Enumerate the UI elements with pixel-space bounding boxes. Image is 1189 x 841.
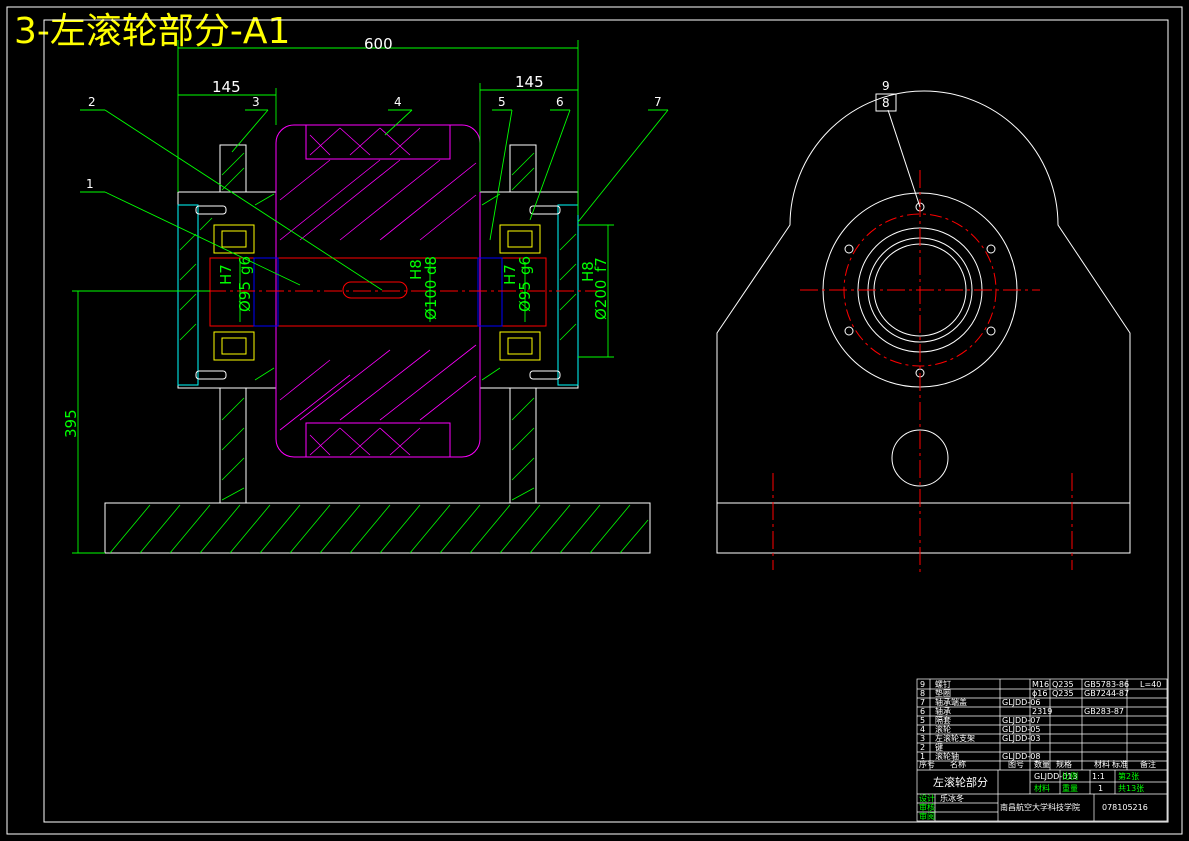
parts-row-9-spec: M16 [1032, 680, 1049, 689]
dim-housing: Ø200 [592, 280, 610, 320]
drawing-name: 左滚轮部分 [933, 775, 988, 789]
base-plate [104, 502, 651, 554]
dim-housing-fit2: f7 [592, 257, 610, 272]
svg-text:规格: 规格 [1056, 759, 1072, 769]
front-section-view: 600 145 145 395 Ø95 H7 g6 Ø100 H8 d8 Ø95… [62, 35, 669, 554]
svg-text:图号: 图号 [1008, 760, 1024, 769]
svg-text:重量: 重量 [1062, 783, 1078, 793]
dim-shaft: Ø100 [422, 280, 440, 320]
student-no: 078105216 [1102, 803, 1148, 812]
roller-shaft [209, 257, 547, 327]
svg-text:标准: 标准 [1112, 759, 1128, 769]
parts-row-4-no: 4 [920, 725, 925, 734]
cad-drawing-canvas: 600 145 145 395 Ø95 H7 g6 Ø100 H8 d8 Ø95… [6, 6, 1183, 835]
dim-height: 395 [62, 409, 80, 438]
left-support-leg [219, 387, 247, 504]
right-top-bearing [499, 224, 541, 254]
side-view: 9 8 [716, 79, 1131, 575]
balloon-6: 6 [556, 95, 564, 109]
parts-row-9-name: 螺钉 [935, 679, 951, 689]
parts-row-2-no: 2 [920, 743, 925, 752]
inner-border [43, 19, 1169, 823]
svg-text:材料: 材料 [1094, 759, 1110, 769]
parts-row-8-std: GB7244-87 [1084, 689, 1129, 698]
svg-text:审阅: 审阅 [919, 811, 935, 821]
svg-text:审核: 审核 [919, 802, 935, 812]
svg-text:数量: 数量 [1034, 759, 1050, 769]
right-support-leg [509, 387, 537, 504]
parts-row-7-code: GLJDD-06 [1002, 698, 1040, 707]
designer: 乐冰冬 [940, 793, 964, 803]
dim-overall-width: 600 [364, 35, 393, 53]
scale: 1:1 [1092, 772, 1105, 781]
balloon-3: 3 [252, 95, 260, 109]
svg-text:共13张: 共13张 [1118, 784, 1144, 793]
dim-bore-right-fit2: g6 [516, 256, 534, 275]
parts-row-6-std: GB283-87 [1084, 707, 1124, 716]
balloon-2: 2 [88, 95, 96, 109]
parts-row-6-no: 6 [920, 707, 925, 716]
parts-row-3-no: 3 [920, 734, 925, 743]
base-hatch [109, 504, 649, 554]
dim-right-width: 145 [515, 73, 544, 91]
svg-text:比例: 比例 [1062, 771, 1078, 781]
parts-row-2-name: 键 [935, 742, 943, 752]
svg-text:材料: 材料 [1034, 783, 1050, 793]
balloon-1: 1 [86, 177, 94, 191]
balloon-7: 7 [654, 95, 662, 109]
balloon-8: 8 [882, 96, 890, 110]
dim-bore-left-fit: H7 [217, 264, 235, 285]
parts-row-5-no: 5 [920, 716, 925, 725]
parts-row-9-no: 9 [920, 680, 925, 689]
parts-row-8-no: 8 [920, 689, 925, 698]
svg-text:备注: 备注 [1140, 759, 1156, 769]
parts-row-7-no: 7 [920, 698, 925, 707]
parts-row-9-std: GB5783-86 [1084, 680, 1129, 689]
parts-row-8-spec: ϕ16 [1032, 689, 1047, 698]
school: 南昌航空大学科技学院 [1000, 802, 1080, 812]
dim-shaft-fit2: d8 [422, 256, 440, 275]
svg-text:序号: 序号 [919, 759, 935, 769]
svg-text:1: 1 [1098, 784, 1103, 793]
left-bottom-bearing [213, 331, 255, 361]
dim-left-width: 145 [212, 78, 241, 96]
parts-row-5-name: 隔套 [935, 715, 951, 725]
balloon-4: 4 [394, 95, 402, 109]
parts-row-9-note: L=40 [1140, 680, 1161, 689]
parts-row-8-name: 垫圈 [935, 688, 951, 698]
left-bearing-housing [177, 191, 277, 389]
parts-row-7-name: 轴承端盖 [935, 697, 967, 707]
parts-row-6-name: 轴承 [935, 706, 951, 716]
right-bottom-bearing [499, 331, 541, 361]
parts-list: 9 螺钉 M16 Q235 GB5783-86 L=40 8 垫圈 ϕ16 Q235 GB7244-… [920, 679, 1161, 761]
parts-row-5-code: GLJDD-07 [1002, 716, 1040, 725]
parts-row-3-code: GLJDD-03 [1002, 734, 1040, 743]
svg-text:第2张: 第2张 [1118, 771, 1139, 781]
svg-text:名称: 名称 [950, 759, 966, 769]
parts-row-9-material: Q235 [1052, 680, 1074, 689]
parts-row-4-code: GLJDD-05 [1002, 725, 1040, 734]
outer-border [6, 6, 1183, 835]
svg-text:设计: 设计 [919, 793, 935, 803]
balloon-9: 9 [882, 79, 890, 93]
parts-row-6-spec: 2319 [1032, 707, 1052, 716]
side-housing-outline [716, 90, 1131, 554]
parts-row-4-name: 滚轮 [935, 724, 951, 734]
balloon-5: 5 [498, 95, 506, 109]
parts-row-3-name: 左滚轮支架 [935, 733, 975, 743]
dim-bore-left: Ø95 [236, 281, 254, 312]
parts-row-8-material: Q235 [1052, 689, 1074, 698]
left-top-bearing [213, 224, 255, 254]
shaft-key [342, 281, 408, 299]
roller-tyre-bottom [305, 422, 451, 458]
